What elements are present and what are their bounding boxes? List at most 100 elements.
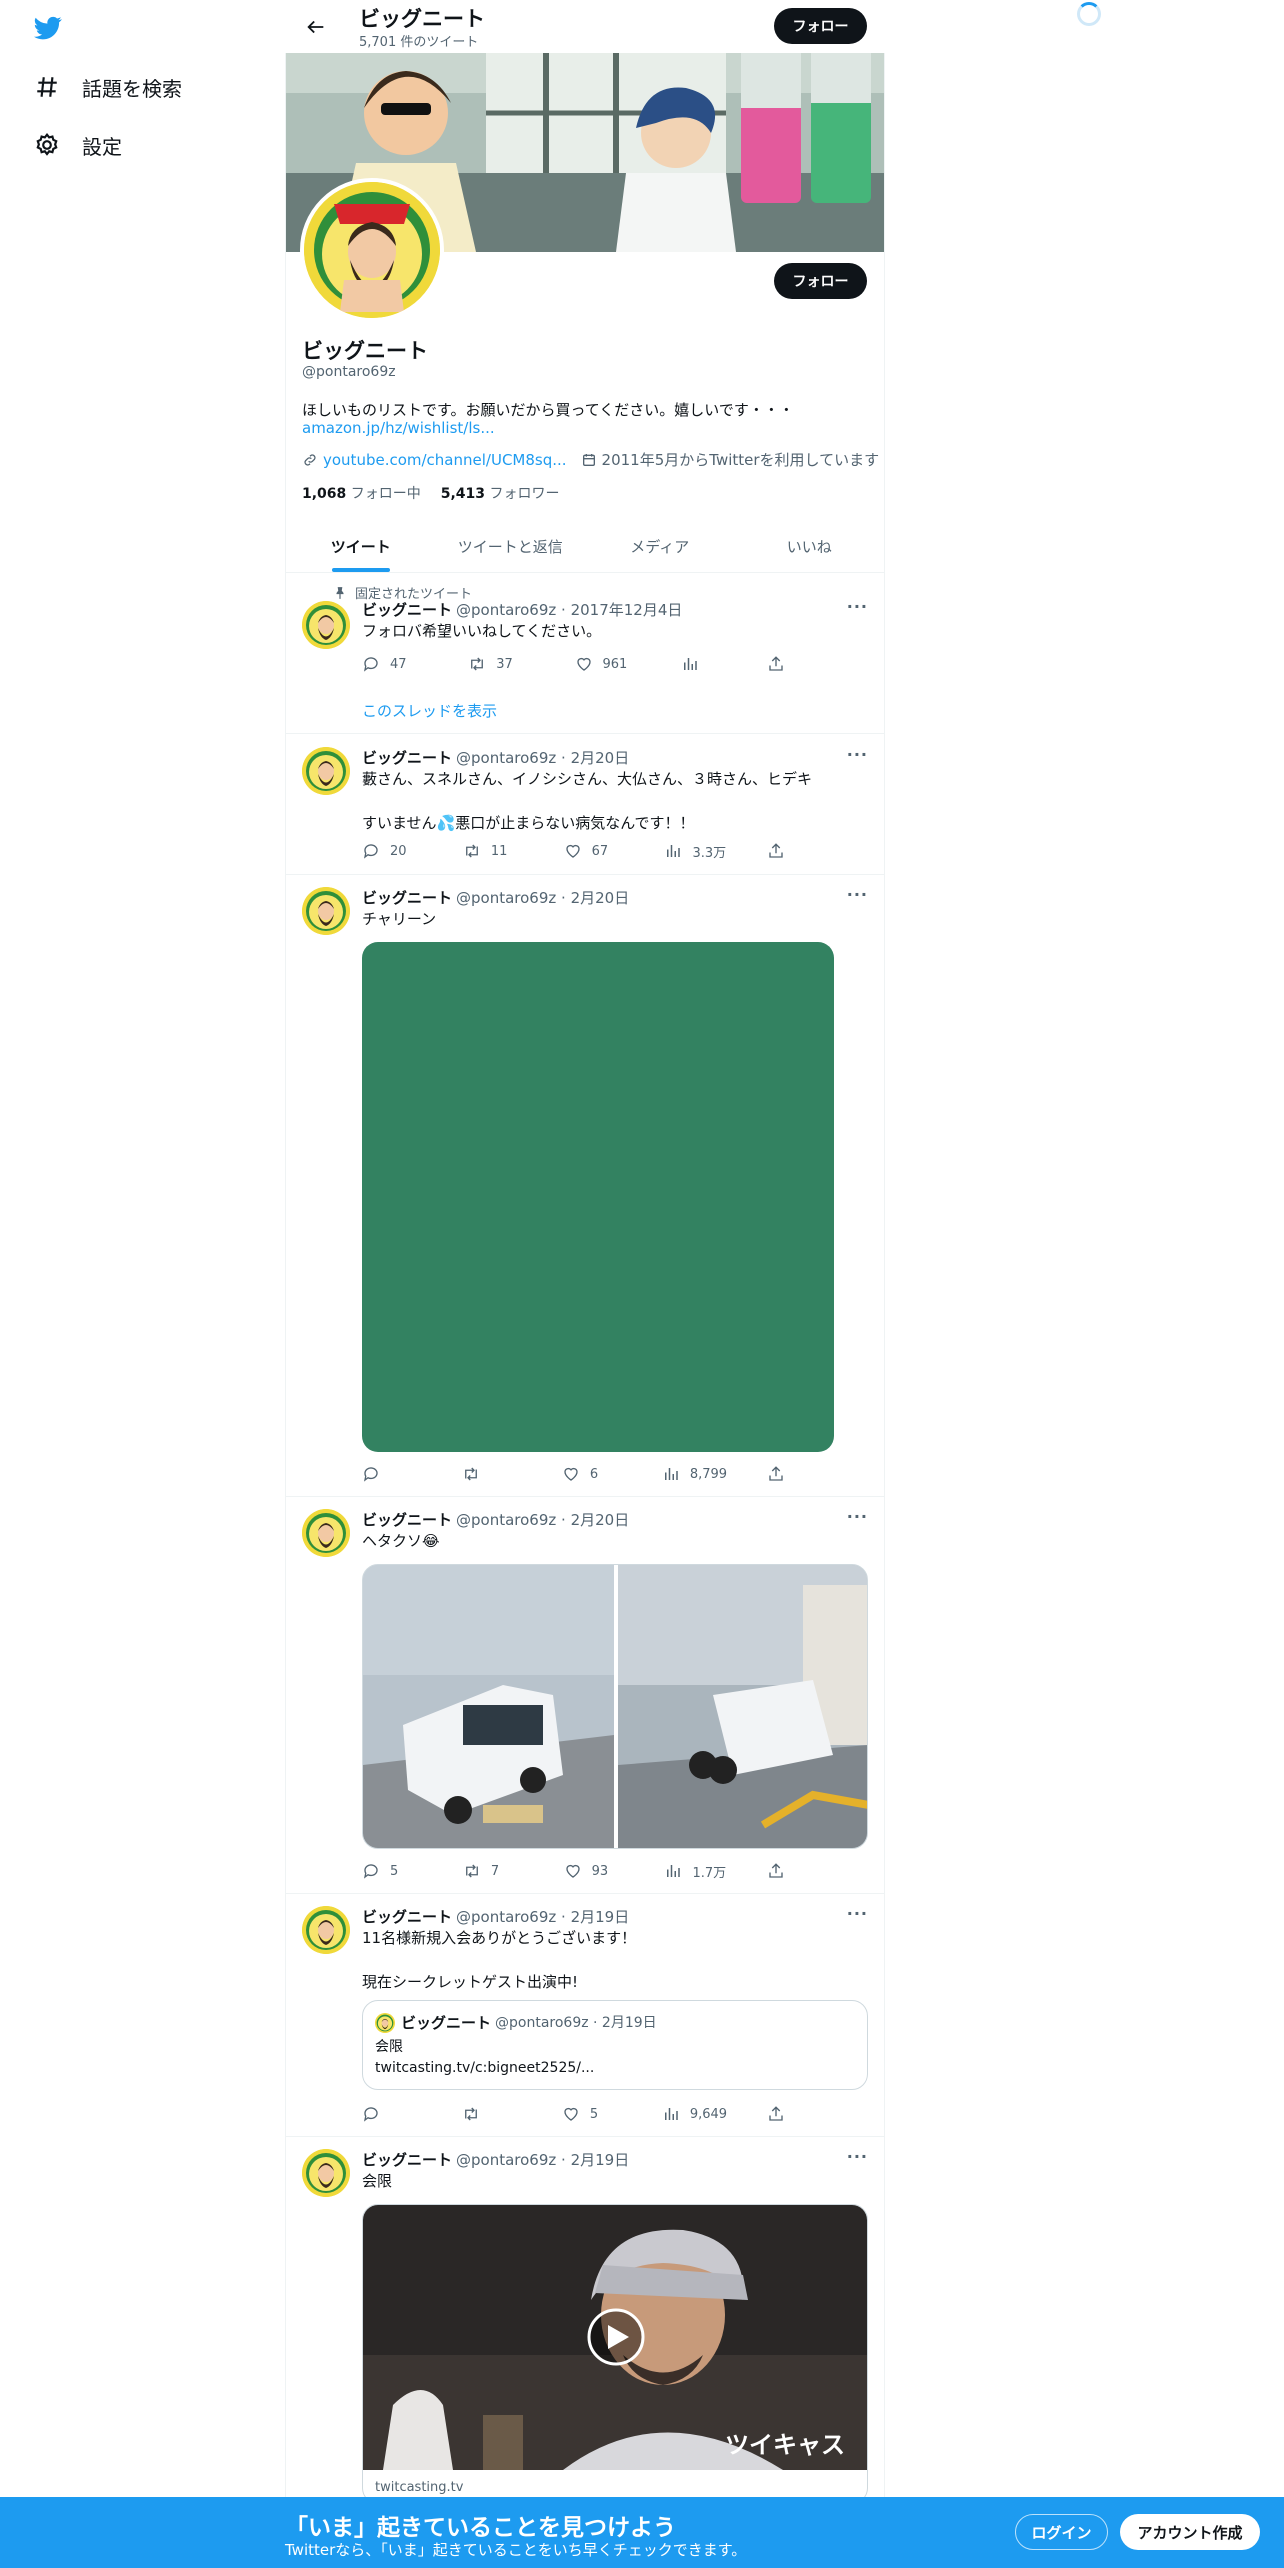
retweet-button[interactable] [462, 2104, 522, 2124]
share-button[interactable] [767, 654, 787, 674]
tweet-avatar[interactable] [302, 1906, 350, 1954]
profile-bio: ほしいものリストです。お願いだから買ってください。嬉しいです・・・ [302, 401, 794, 419]
more-icon[interactable]: ··· [847, 885, 868, 904]
website-link[interactable]: youtube.com/channel/UCM8sq... [323, 451, 567, 469]
tweet-meta[interactable]: @pontaro69z · 2月19日 [456, 1906, 629, 1927]
like-button[interactable]: 67 [564, 841, 624, 861]
views-button[interactable] [681, 654, 721, 674]
tab-tweets-replies[interactable]: ツイートと返信 [436, 520, 586, 572]
tweet[interactable]: ビッグニート @pontaro69z · 2月20日 ··· チャリーン 6 8,… [286, 875, 884, 1497]
login-button[interactable]: ログイン [1015, 2514, 1108, 2550]
more-icon[interactable]: ··· [847, 1507, 868, 1526]
followers-link[interactable]: 5,413 フォロワー [441, 483, 560, 503]
tweet-text: 11名様新規入会ありがとうございます！ 現在シークレットゲスト出演中! [362, 1929, 637, 1991]
show-thread-link[interactable]: このスレッドを表示 [362, 700, 497, 721]
signup-button[interactable]: アカウント作成 [1120, 2514, 1260, 2550]
tweet-author[interactable]: ビッグニート [362, 1906, 452, 1927]
like-button[interactable]: 961 [575, 654, 635, 674]
tab-media[interactable]: メディア [585, 520, 735, 572]
retweet-icon [462, 2105, 480, 2123]
more-icon[interactable]: ··· [847, 745, 868, 764]
tweet-author[interactable]: ビッグニート [362, 1509, 452, 1530]
tweet-meta[interactable]: @pontaro69z · 2017年12月4日 [456, 599, 682, 620]
heart-icon [564, 842, 582, 860]
more-icon[interactable]: ··· [847, 2147, 868, 2166]
more-icon[interactable]: ··· [847, 1904, 868, 1923]
retweet-button[interactable]: 37 [468, 654, 528, 674]
tweet-avatar[interactable] [302, 2149, 350, 2197]
reply-button[interactable] [362, 2104, 422, 2124]
tweet-avatar[interactable] [302, 747, 350, 795]
share-button[interactable] [767, 1861, 787, 1881]
views-icon [664, 842, 682, 860]
views-icon [662, 1465, 680, 1483]
share-icon [767, 655, 785, 673]
tweet-meta[interactable]: @pontaro69z · 2月20日 [456, 747, 629, 768]
share-button[interactable] [767, 1464, 787, 1484]
tweet-avatar[interactable] [302, 887, 350, 935]
more-icon[interactable]: ··· [847, 597, 868, 616]
profile-name: ビッグニート [302, 339, 428, 363]
hashtag-icon [37, 77, 57, 97]
tweet-author[interactable]: ビッグニート [362, 887, 452, 908]
reply-button[interactable] [362, 1464, 422, 1484]
back-arrow-icon[interactable] [305, 16, 327, 38]
twitter-bird-icon[interactable] [32, 14, 64, 42]
tweet-meta[interactable]: @pontaro69z · 2月20日 [456, 1509, 629, 1530]
tab-tweets[interactable]: ツイート [286, 520, 436, 572]
view-count: 8,799 [689, 1466, 728, 1482]
like-button[interactable]: 93 [564, 1861, 624, 1881]
reply-button[interactable]: 47 [362, 654, 422, 674]
tweet-text: 会限 [362, 2172, 393, 2190]
nav-item-explore[interactable]: 話題を検索 [34, 67, 182, 107]
tweet-author[interactable]: ビッグニート [362, 2149, 452, 2170]
views-button[interactable]: 1.7万 [664, 1861, 726, 1881]
quoted-tweet[interactable]: ビッグニート @pontaro69z · 2月19日 会限 twitcastin… [362, 2000, 868, 2090]
tweet-author[interactable]: ビッグニート [362, 599, 452, 620]
reply-count: 47 [390, 656, 407, 672]
retweet-icon [468, 655, 486, 673]
reply-button[interactable]: 5 [362, 1861, 422, 1881]
nav-item-settings[interactable]: 設定 [34, 125, 122, 165]
bio-link[interactable]: amazon.jp/hz/wishlist/ls... [302, 419, 495, 437]
tweet-meta[interactable]: @pontaro69z · 2月20日 [456, 887, 629, 908]
share-icon [767, 842, 785, 860]
tweet-avatar[interactable] [302, 601, 350, 649]
retweet-button[interactable] [462, 1464, 522, 1484]
like-button[interactable]: 5 [562, 2104, 622, 2124]
retweet-count: 7 [490, 1863, 500, 1879]
tweet[interactable]: ビッグニート @pontaro69z · 2月20日 ··· ヘタクソ😂 5 7 … [286, 1497, 884, 1894]
share-button[interactable] [767, 841, 787, 861]
tweet-media-image[interactable] [362, 942, 834, 1452]
tweet[interactable]: ビッグニート @pontaro69z · 2月20日 ··· 藪さん、スネルさん、… [286, 735, 884, 875]
retweet-button[interactable]: 11 [463, 841, 523, 861]
website-item[interactable]: youtube.com/channel/UCM8sq... [302, 451, 567, 469]
views-button[interactable]: 3.3万 [664, 841, 726, 861]
tweet[interactable]: ビッグニート @pontaro69z · 2月19日 ··· 会限 ツイキャス t… [286, 2137, 884, 2504]
tab-likes[interactable]: いいね [735, 520, 885, 572]
tweet-pinned[interactable]: 固定されたツイート ビッグニート @pontaro69z · 2017年12月4日… [286, 573, 884, 734]
tweet-meta[interactable]: @pontaro69z · 2月19日 [456, 2149, 629, 2170]
tweet[interactable]: ビッグニート @pontaro69z · 2月19日 ··· 11名様新規入会あり… [286, 1894, 884, 2137]
reply-button[interactable]: 20 [362, 841, 422, 861]
tweet-actions: 47 37 961 [362, 654, 787, 674]
share-button[interactable] [767, 2104, 787, 2124]
tweet-author[interactable]: ビッグニート [362, 747, 452, 768]
profile-avatar[interactable] [300, 178, 444, 322]
profile-follow-button[interactable]: フォロー [774, 263, 867, 299]
views-button[interactable]: 9,649 [662, 2104, 727, 2124]
retweet-button[interactable]: 7 [463, 1861, 523, 1881]
video-card[interactable]: ツイキャス twitcasting.tv [362, 2204, 868, 2504]
tweet-avatar[interactable] [302, 1509, 350, 1557]
quote-text: 会限 twitcasting.tv/c:bigneet2525/... [375, 2039, 595, 2076]
header-follow-button[interactable]: フォロー [774, 8, 867, 44]
pin-icon [333, 586, 347, 600]
tweet-header: ビッグニート @pontaro69z · 2017年12月4日 [362, 599, 682, 620]
like-button[interactable]: 6 [562, 1464, 622, 1484]
tweet-text: フォロバ希望いいねしてください。 [362, 622, 602, 640]
share-icon [767, 1862, 785, 1880]
tweet-photos[interactable] [363, 1565, 868, 1849]
views-button[interactable]: 8,799 [662, 1464, 727, 1484]
tweet-header: ビッグニート @pontaro69z · 2月20日 [362, 887, 629, 908]
following-link[interactable]: 1,068 フォロー中 [302, 483, 421, 503]
